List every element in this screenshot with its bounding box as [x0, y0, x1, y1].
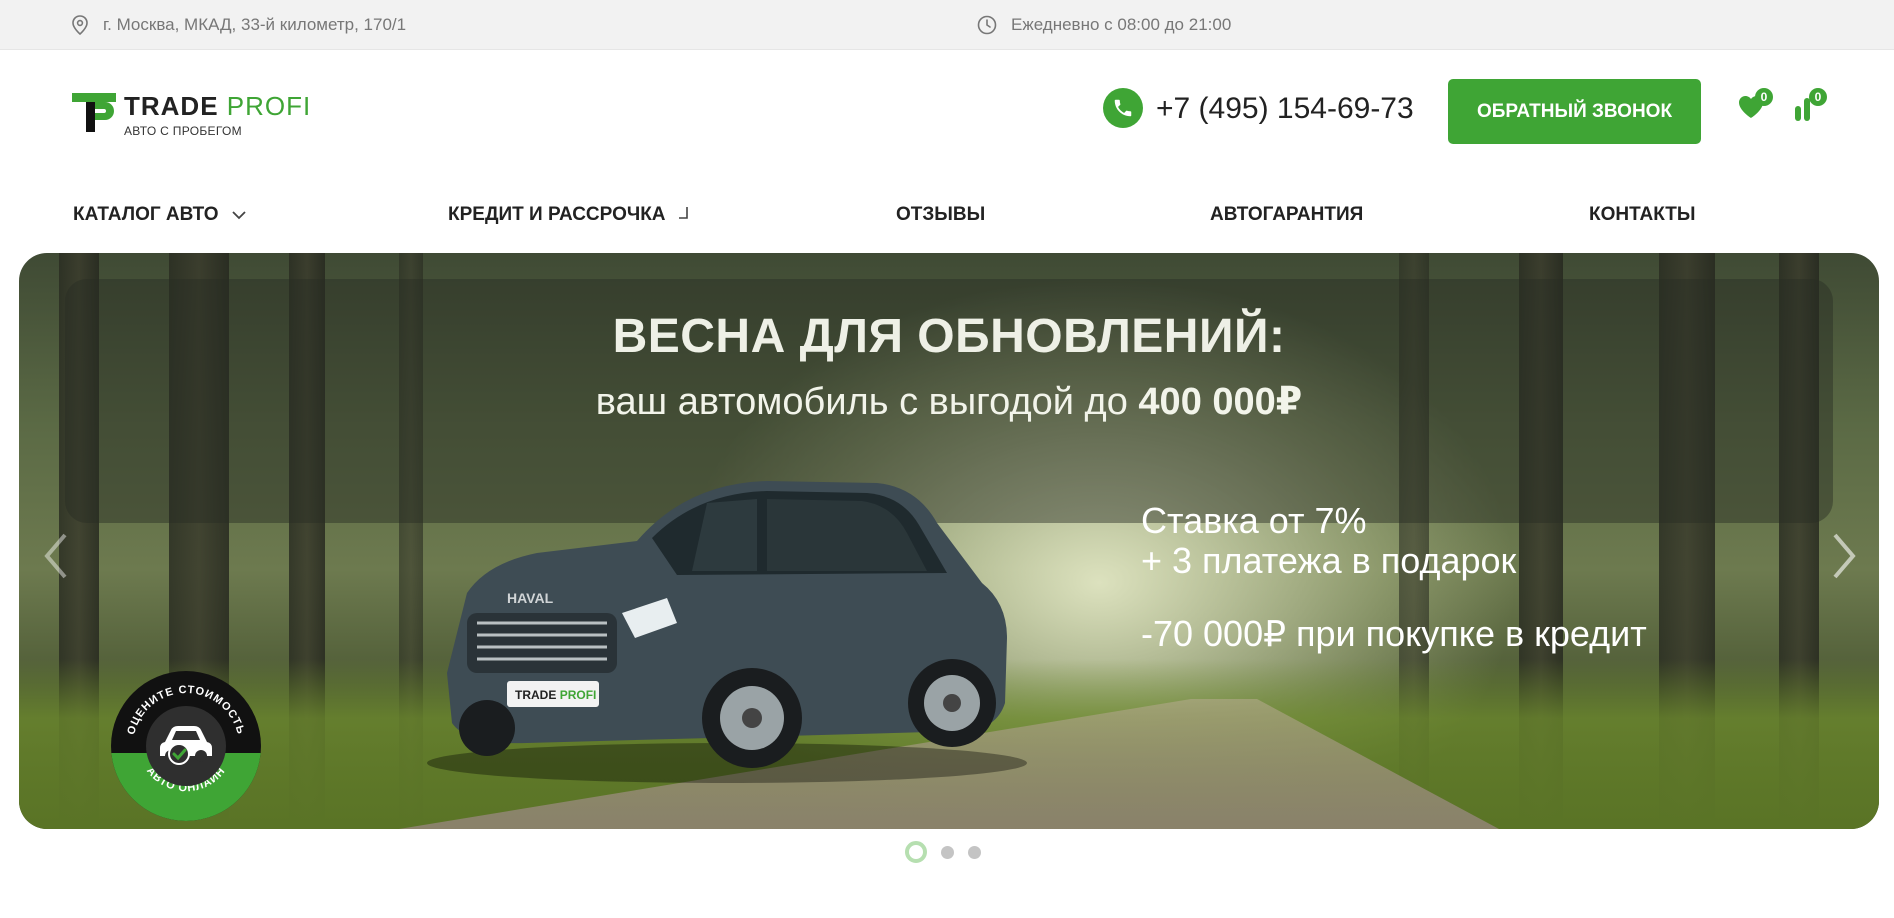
carousel-dot-1[interactable]: [905, 841, 927, 863]
compare-bars-icon: [1793, 98, 1819, 126]
phone-icon[interactable]: [1103, 88, 1143, 128]
online-valuation-badge[interactable]: ОЦЕНИТЕ СТОИМОСТЬ АВТО ОНЛАЙН: [111, 671, 261, 821]
hours-text: Ежедневно с 08:00 до 21:00: [1011, 15, 1232, 34]
hours-block: Ежедневно с 08:00 до 21:00: [977, 0, 1231, 50]
carousel-dot-3[interactable]: [968, 845, 981, 859]
logo-mark-icon: [72, 93, 116, 132]
nav-item-label: КРЕДИТ И РАССРОЧКА: [448, 204, 666, 225]
site-logo[interactable]: TRADE PROFI АВТО С ПРОБЕГОМ: [72, 91, 332, 141]
nav-item-catalog[interactable]: КАТАЛОГ АВТО: [73, 192, 247, 238]
nav-item-contacts[interactable]: КОНТАКТЫ: [1589, 192, 1696, 238]
main-nav: КАТАЛОГ АВТО КРЕДИТ И РАССРОЧКА ОТЗЫВЫ А…: [0, 192, 1894, 238]
nav-item-label: ОТЗЫВЫ: [896, 204, 986, 225]
compare-count: 0: [1809, 88, 1827, 106]
promo-title: ВЕСНА ДЛЯ ОБНОВЛЕНИЙ:: [612, 310, 1286, 363]
carousel-dot-2[interactable]: [941, 845, 954, 859]
clock-icon: [977, 15, 997, 35]
nav-item-credit[interactable]: КРЕДИТ И РАССРОЧКА: [448, 192, 690, 238]
nav-item-label: АВТОГАРАНТИЯ: [1210, 204, 1364, 225]
promo-rate: Ставка от 7% + 3 платежа в подарок: [1141, 500, 1517, 581]
address-block: г. Москва, МКАД, 33-й километр, 170/1: [71, 0, 406, 50]
nav-item-label: КОНТАКТЫ: [1589, 204, 1696, 225]
address-text: г. Москва, МКАД, 33-й километр, 170/1: [103, 15, 407, 34]
phone-number[interactable]: +7 (495) 154-69-73: [1156, 92, 1414, 126]
favorites-button[interactable]: 0: [1737, 88, 1773, 125]
svg-text:TRADE PROFI: TRADE PROFI: [515, 688, 596, 702]
nav-item-label: КАТАЛОГ АВТО: [73, 204, 219, 225]
suv-car-image: HAVAL TRADE PROFI: [427, 481, 1027, 783]
callback-button[interactable]: ОБРАТНЫЙ ЗВОНОК: [1448, 79, 1701, 144]
top-info-bar: г. Москва, МКАД, 33-й километр, 170/1 Еж…: [0, 0, 1894, 50]
location-pin-icon: [71, 15, 89, 35]
promo-credit-discount: -70 000₽ при покупке в кредит: [1141, 613, 1647, 654]
heart-icon: [1737, 96, 1765, 124]
promo-banner[interactable]: ВЕСНА ДЛЯ ОБНОВЛЕНИЙ: ваш автомобиль с в…: [19, 253, 1879, 829]
badge-inner-circle: [146, 706, 226, 786]
site-header: TRADE PROFI АВТО С ПРОБЕГОМ +7 (495) 154…: [0, 50, 1894, 170]
compare-button[interactable]: 0: [1793, 88, 1827, 127]
nav-item-reviews[interactable]: ОТЗЫВЫ: [896, 192, 985, 238]
promo-subtitle: ваш автомобиль с выгодой до 400 000₽: [595, 381, 1303, 423]
carousel-dots: [905, 840, 981, 864]
slider-prev-arrow[interactable]: [41, 531, 71, 581]
slider-next-arrow[interactable]: [1829, 531, 1859, 581]
car-check-icon: [157, 722, 215, 771]
svg-text:HAVAL: HAVAL: [507, 590, 554, 606]
corner-marker-icon: [678, 204, 690, 226]
logo-text: TRADE PROFI: [124, 91, 312, 121]
favorites-count: 0: [1755, 88, 1773, 106]
nav-item-warranty[interactable]: АВТОГАРАНТИЯ: [1210, 192, 1363, 238]
logo-tagline: АВТО С ПРОБЕГОМ: [124, 124, 242, 138]
chevron-down-icon: [231, 204, 247, 226]
